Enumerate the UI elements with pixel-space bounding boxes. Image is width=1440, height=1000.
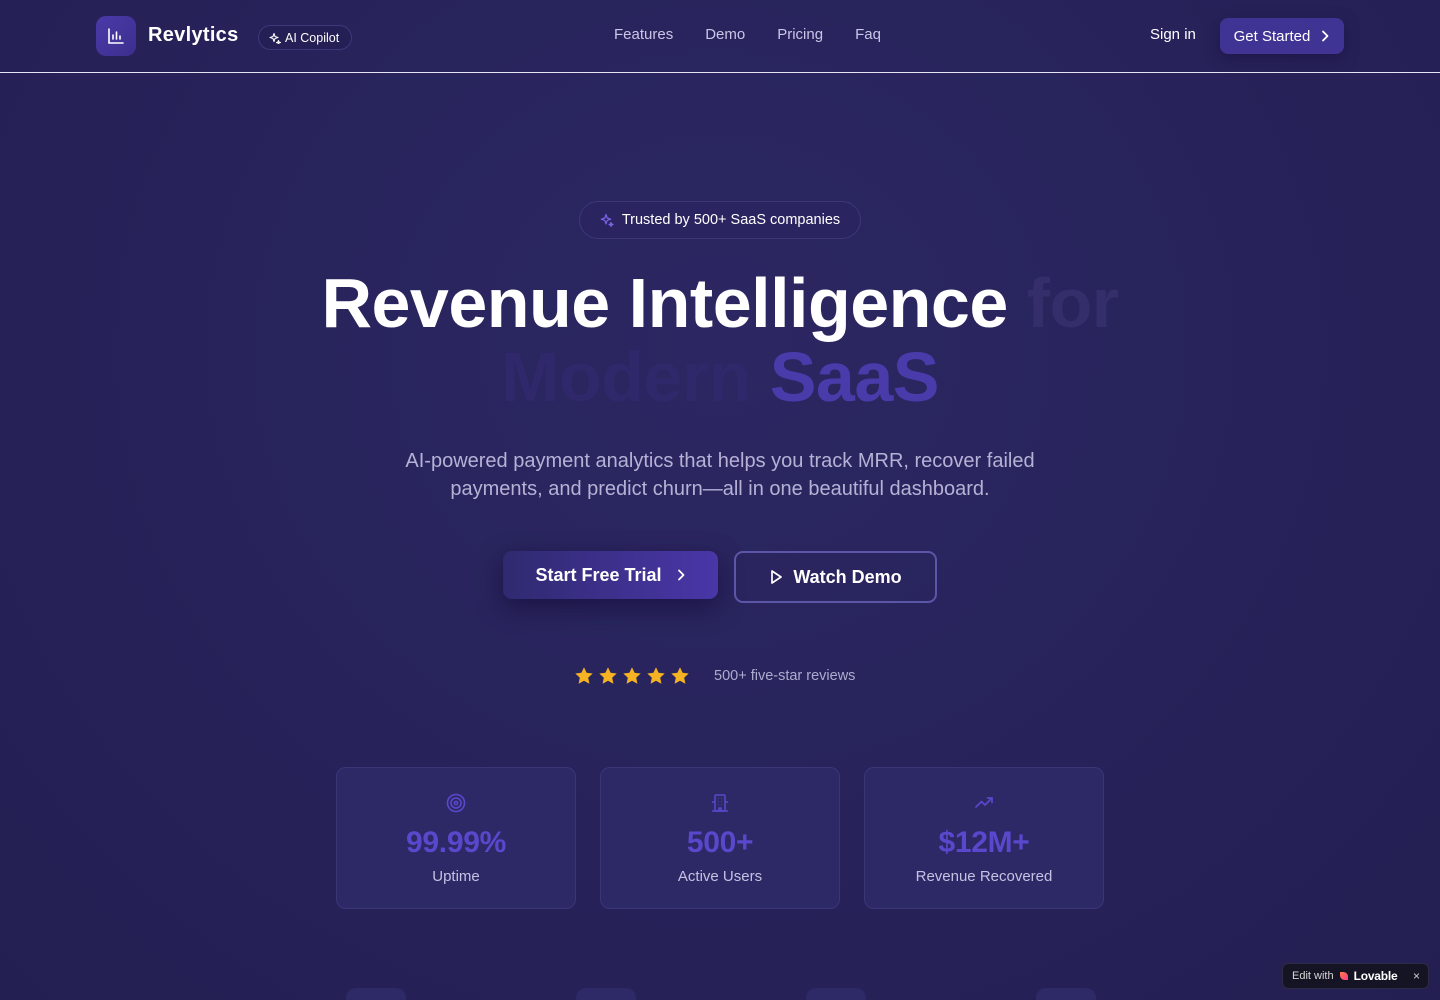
main-nav: Features Demo Pricing Faq [614, 26, 881, 43]
next-section-card [1036, 988, 1096, 1000]
trusted-text: Trusted by 500+ SaaS companies [621, 212, 841, 228]
stat-label: Active Users [677, 868, 763, 885]
stats-section: 99.99% Uptime 500+ Active Users $12M+ Re… [336, 767, 1104, 909]
stat-card-active-users: 500+ Active Users [600, 767, 840, 909]
start-free-trial-label: Start Free Trial [535, 564, 662, 585]
get-started-label: Get Started [1233, 27, 1311, 45]
chevron-right-icon [1322, 30, 1329, 42]
bar-chart-icon [108, 28, 124, 44]
trusted-badge: Trusted by 500+ SaaS companies [579, 201, 861, 239]
headline-part-1: Revenue Intelligence [321, 264, 1008, 342]
ai-copilot-label: AI Copilot [285, 30, 340, 45]
stat-label: Revenue Recovered [915, 868, 1053, 885]
stat-value: $12M+ [938, 826, 1030, 859]
star-icon [599, 667, 617, 684]
start-free-trial-button[interactable]: Start Free Trial [503, 551, 718, 599]
brand-name[interactable]: Revlytics [148, 24, 239, 47]
target-icon [446, 793, 466, 813]
star-icon [647, 667, 665, 684]
site-header: Revlytics AI Copilot Features Demo Prici… [0, 0, 1440, 73]
next-section-card [576, 988, 636, 1000]
close-icon[interactable]: × [1413, 969, 1420, 983]
chevron-right-icon [677, 569, 684, 581]
next-section-card [806, 988, 866, 1000]
sparkles-icon [269, 32, 281, 44]
get-started-button[interactable]: Get Started [1220, 18, 1344, 54]
nav-features[interactable]: Features [614, 26, 673, 43]
lovable-brand: Lovable [1353, 969, 1398, 983]
stat-card-revenue-recovered: $12M+ Revenue Recovered [864, 767, 1104, 909]
reviews-row: 500+ five-star reviews [574, 666, 855, 686]
stat-card-uptime: 99.99% Uptime [336, 767, 576, 909]
nav-faq[interactable]: Faq [855, 26, 881, 43]
star-rating [574, 666, 690, 686]
headline-part-3: Modern [501, 338, 751, 416]
hero-subtitle: AI-powered payment analytics that helps … [405, 450, 1035, 500]
hero-headline: Revenue Intelligence for Modern SaaS [0, 266, 1440, 414]
reviews-text: 500+ five-star reviews [714, 668, 856, 684]
watch-demo-button[interactable]: Watch Demo [734, 551, 937, 603]
headline-part-2: for [1026, 264, 1119, 342]
nav-pricing[interactable]: Pricing [777, 26, 823, 43]
star-icon [671, 667, 689, 684]
trending-up-icon [975, 797, 993, 808]
building-icon [712, 794, 728, 812]
star-icon [623, 667, 641, 684]
lovable-prefix: Edit with [1292, 970, 1334, 982]
stat-value: 500+ [686, 826, 754, 859]
nav-demo[interactable]: Demo [705, 26, 745, 43]
play-icon [771, 570, 783, 584]
edit-with-lovable-badge[interactable]: Edit with Lovable × [1282, 963, 1429, 989]
stat-label: Uptime [432, 868, 480, 885]
ai-copilot-badge: AI Copilot [258, 25, 353, 50]
sparkles-icon [600, 213, 614, 227]
next-section-card [346, 988, 406, 1000]
star-icon [575, 667, 593, 684]
logo[interactable] [96, 16, 136, 56]
lovable-heart-icon [1339, 972, 1348, 980]
stat-value: 99.99% [406, 826, 506, 859]
watch-demo-label: Watch Demo [793, 566, 902, 587]
headline-part-4: SaaS [769, 338, 940, 416]
sign-in-link[interactable]: Sign in [1150, 26, 1196, 43]
